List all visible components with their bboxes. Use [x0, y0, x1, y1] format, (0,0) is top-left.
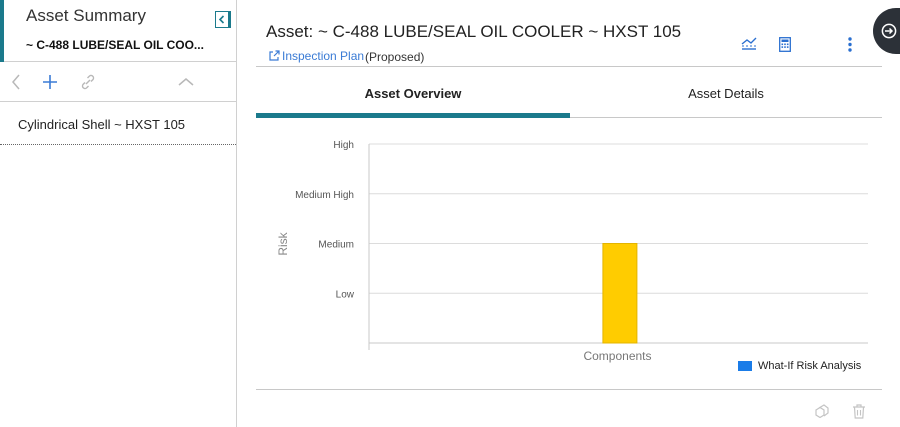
- asset-summary-subtitle: ~ C-488 LUBE/SEAL OIL COO...: [26, 38, 204, 52]
- chevron-up-icon: [178, 78, 194, 86]
- what-if-analysis-button[interactable]: [740, 36, 758, 52]
- inspection-plan-link[interactable]: Inspection Plan: [268, 49, 364, 63]
- delete-button[interactable]: [851, 403, 867, 419]
- trash-icon: [853, 403, 865, 419]
- chevron-left-icon: [218, 15, 225, 24]
- chart-bottom-divider: [256, 389, 882, 390]
- chart-legend: What-If Risk Analysis: [738, 360, 861, 372]
- calculator-button[interactable]: [776, 36, 794, 52]
- tab-asset-overview[interactable]: Asset Overview: [256, 68, 570, 118]
- side-panel-toggle[interactable]: [873, 8, 900, 54]
- tab-divider: [570, 117, 882, 118]
- back-button[interactable]: [6, 72, 26, 92]
- tree-item-label: Cylindrical Shell ~ HXST 105: [18, 117, 186, 132]
- add-button[interactable]: [40, 72, 60, 92]
- sign-in-icon: [881, 23, 897, 39]
- asset-summary-panel: Asset Summary ~ C-488 LUBE/SEAL OIL COO.…: [0, 0, 237, 427]
- analysis-chart-icon: [741, 37, 757, 50]
- page-title: Asset: ~ C-488 LUBE/SEAL OIL COOLER ~ HX…: [266, 22, 682, 41]
- tab-asset-details[interactable]: Asset Details: [570, 68, 882, 118]
- y-tick-label: High: [333, 140, 354, 151]
- kebab-menu-icon: [848, 36, 852, 52]
- tree-toolbar: [0, 62, 236, 102]
- legend-label: What-If Risk Analysis: [758, 360, 862, 372]
- y-tick-label: Low: [336, 289, 355, 300]
- plus-icon: [43, 75, 57, 89]
- more-options-button[interactable]: [841, 36, 859, 52]
- active-tab-indicator: [256, 113, 570, 118]
- y-tick-label: Medium High: [295, 190, 354, 201]
- header-divider: [256, 66, 882, 67]
- collapse-panel-button[interactable]: [215, 11, 231, 28]
- copy-button[interactable]: [814, 403, 830, 419]
- asset-summary-title: Asset Summary: [26, 6, 146, 25]
- tab-asset-details-label: Asset Details: [688, 85, 764, 101]
- legend-swatch: [738, 361, 752, 371]
- link-button[interactable]: [78, 72, 98, 92]
- asset-summary-header: Asset Summary ~ C-488 LUBE/SEAL OIL COO.…: [0, 0, 236, 62]
- copy-icon: [815, 404, 829, 418]
- calculator-icon: [779, 36, 791, 52]
- header-accent-bar: [0, 0, 4, 62]
- link-icon: [81, 74, 95, 90]
- y-tick-label: Medium: [318, 240, 354, 251]
- collapse-up-button[interactable]: [176, 72, 196, 92]
- tab-asset-overview-label: Asset Overview: [364, 85, 462, 101]
- bar: [602, 243, 638, 344]
- chevron-left-icon: [12, 74, 20, 90]
- plan-status: (Proposed): [365, 50, 425, 64]
- tree-item[interactable]: Cylindrical Shell ~ HXST 105: [0, 103, 236, 145]
- inspection-plan-label: Inspection Plan: [282, 49, 365, 63]
- external-link-icon: [269, 50, 280, 61]
- x-axis-label: Components: [583, 349, 651, 363]
- y-axis-label: Risk: [276, 231, 290, 255]
